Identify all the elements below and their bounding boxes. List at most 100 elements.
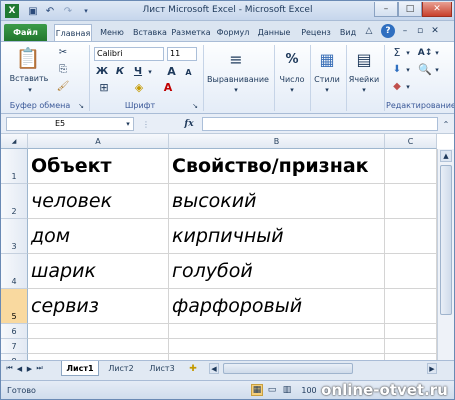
cell-c4[interactable] [385, 254, 437, 289]
cell-c5[interactable] [385, 289, 437, 324]
italic-button[interactable]: К [114, 65, 126, 78]
grow-font-button[interactable]: A [165, 64, 178, 78]
styles-icon[interactable]: ▦ [316, 48, 338, 70]
row-header-5[interactable]: 5 [1, 289, 28, 324]
tab-insert[interactable]: Вставка [130, 24, 170, 41]
next-sheet-icon[interactable]: ▶ [25, 363, 34, 374]
cell-c3[interactable] [385, 219, 437, 254]
last-sheet-icon[interactable]: ⏭ [35, 363, 44, 374]
styles-button[interactable]: Стили [311, 73, 343, 85]
borders-icon[interactable]: ⊞ [97, 81, 111, 94]
name-box-dropdown-icon[interactable]: ▾ [123, 118, 133, 130]
underline-button[interactable]: Ч [132, 65, 144, 78]
alignment-icon[interactable]: ≡ [225, 48, 247, 70]
percent-icon[interactable]: % [282, 48, 302, 70]
workbook-restore-icon[interactable]: ▫ [414, 24, 426, 38]
cell-b1[interactable]: Свойство/признак [169, 149, 385, 184]
sort-filter-icon[interactable]: A↕ [417, 46, 433, 59]
alignment-dropdown-icon[interactable]: ▾ [231, 85, 241, 95]
cell-b7[interactable] [169, 339, 385, 354]
vertical-scroll-thumb[interactable] [440, 165, 452, 315]
sheet-tab-2[interactable]: Лист2 [102, 361, 140, 376]
clipboard-launcher-icon[interactable]: ↘ [77, 101, 85, 111]
copy-icon[interactable]: ⎘ [57, 63, 69, 76]
cells-dropdown-icon[interactable]: ▾ [359, 85, 369, 95]
row-header-1[interactable]: 1 [1, 149, 28, 184]
row-header-3[interactable]: 3 [1, 219, 28, 254]
shrink-font-button[interactable]: A [183, 66, 194, 78]
cell-b5[interactable]: фарфоровый [169, 289, 385, 324]
select-all-corner[interactable]: ◢ [1, 134, 28, 149]
cell-c6[interactable] [385, 324, 437, 339]
cell-c1[interactable] [385, 149, 437, 184]
fill-dropdown-icon[interactable]: ▾ [404, 63, 412, 76]
scroll-up-icon[interactable]: ▲ [440, 150, 452, 162]
cell-b3[interactable]: кирпичный [169, 219, 385, 254]
cell-a2[interactable]: человек [28, 184, 169, 219]
help-icon[interactable]: ? [381, 24, 395, 38]
prev-sheet-icon[interactable]: ◀ [15, 363, 24, 374]
scroll-right-icon[interactable]: ▶ [427, 363, 437, 374]
cut-icon[interactable]: ✂ [57, 46, 69, 59]
cell-a6[interactable] [28, 324, 169, 339]
row-header-4[interactable]: 4 [1, 254, 28, 289]
cell-a5[interactable]: сервиз [28, 289, 169, 324]
font-launcher-icon[interactable]: ↘ [191, 101, 199, 111]
paste-button[interactable]: Вставить [9, 73, 49, 84]
paste-dropdown-icon[interactable]: ▾ [10, 85, 50, 95]
column-header-b[interactable]: B [169, 134, 385, 149]
cell-b6[interactable] [169, 324, 385, 339]
ribbon-collapse-icon[interactable]: △ [363, 24, 375, 38]
sheet-tab-3[interactable]: Лист3 [143, 361, 181, 376]
tab-review[interactable]: Реценз [296, 24, 336, 41]
cell-a7[interactable] [28, 339, 169, 354]
clear-dropdown-icon[interactable]: ▾ [404, 80, 412, 93]
autosum-icon[interactable]: Σ [391, 46, 403, 59]
first-sheet-icon[interactable]: ⏮ [5, 363, 14, 374]
insert-function-icon[interactable]: fx [179, 117, 199, 131]
clear-icon[interactable]: ◆ [391, 80, 403, 93]
minimize-button[interactable]: – [374, 2, 398, 17]
format-painter-icon[interactable]: 🖌 [57, 80, 70, 93]
autosum-dropdown-icon[interactable]: ▾ [404, 46, 412, 59]
find-select-icon[interactable]: 🔍 [417, 63, 433, 76]
tab-formulas[interactable]: Формул [213, 24, 253, 41]
close-button[interactable]: ✕ [422, 2, 452, 17]
workbook-close-icon[interactable]: ✕ [429, 24, 441, 38]
paste-icon[interactable]: 📋 [15, 46, 41, 70]
page-layout-view-icon[interactable]: ▭ [266, 384, 278, 396]
vertical-scrollbar[interactable]: ▲ [437, 149, 454, 360]
cell-a4[interactable]: шарик [28, 254, 169, 289]
bold-button[interactable]: Ж [96, 65, 108, 78]
sheet-tab-1[interactable]: Лист1 [61, 361, 99, 376]
insert-sheet-icon[interactable]: ✚ [185, 363, 201, 374]
row-header-2[interactable]: 2 [1, 184, 28, 219]
sort-filter-dropdown-icon[interactable]: ▾ [433, 46, 441, 59]
tab-file[interactable]: Файл [4, 24, 47, 41]
tab-menu[interactable]: Меню [96, 24, 128, 41]
page-break-view-icon[interactable]: ▥ [281, 384, 293, 396]
cell-a3[interactable]: дом [28, 219, 169, 254]
font-size-select[interactable]: 11 [167, 47, 197, 61]
scroll-left-icon[interactable]: ◀ [209, 363, 219, 374]
workbook-minimize-icon[interactable]: – [399, 24, 411, 38]
formula-input[interactable] [202, 117, 438, 131]
number-dropdown-icon[interactable]: ▾ [287, 85, 297, 95]
cell-b4[interactable]: голубой [169, 254, 385, 289]
row-header-7[interactable]: 7 [1, 339, 28, 354]
column-header-a[interactable]: A [28, 134, 169, 149]
cell-a1[interactable]: Объект [28, 149, 169, 184]
tab-page-layout[interactable]: Разметка [171, 24, 211, 41]
expand-formula-bar-icon[interactable]: ⌃ [440, 117, 452, 131]
fill-icon[interactable]: ⬇ [391, 63, 403, 76]
font-color-icon[interactable]: A [161, 81, 175, 94]
styles-dropdown-icon[interactable]: ▾ [322, 85, 332, 95]
font-name-select[interactable]: Calibri [94, 47, 164, 61]
underline-dropdown-icon[interactable]: ▾ [146, 65, 154, 78]
name-box[interactable]: E5 [6, 117, 134, 131]
cell-b2[interactable]: высокий [169, 184, 385, 219]
column-header-c[interactable]: C [385, 134, 437, 149]
row-header-6[interactable]: 6 [1, 324, 28, 339]
find-select-dropdown-icon[interactable]: ▾ [433, 63, 441, 76]
cells-icon[interactable]: ▤ [353, 48, 375, 70]
